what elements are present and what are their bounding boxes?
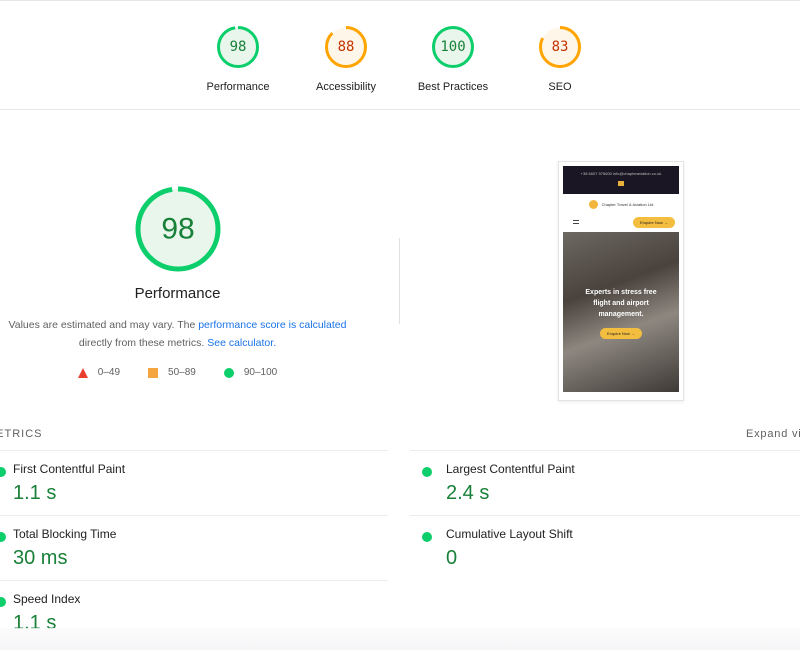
circle-icon xyxy=(223,367,234,378)
see-calculator-link[interactable]: See calculator. xyxy=(207,337,276,349)
score-legend: 0–49 50–89 90–100 xyxy=(0,367,355,378)
divider xyxy=(399,238,400,324)
score-description: Values are estimated and may vary. The p… xyxy=(0,316,355,352)
performance-score-gauge: 98 xyxy=(135,186,221,272)
metric-total-blocking-time: Total Blocking Time 30 ms xyxy=(0,515,388,580)
linkedin-icon xyxy=(618,181,624,186)
metric-value: 0 xyxy=(446,547,458,569)
pass-dot-icon xyxy=(422,467,432,477)
score-gauge-icon: 98 xyxy=(217,26,259,68)
gauge-label: Accessibility xyxy=(316,81,376,93)
screenshot-brand: Chapter Travel & Aviation Ltd xyxy=(563,194,679,214)
gauge-score-text: 100 xyxy=(440,39,465,55)
screenshot-contact-bar: +38 6607 976600 info@chapteraviation.co.… xyxy=(563,166,679,194)
gauge-label: SEO xyxy=(548,81,572,93)
metric-name: Cumulative Layout Shift xyxy=(446,527,573,541)
gauge-accessibility[interactable]: 88 Accessibility xyxy=(291,25,401,93)
logo-icon xyxy=(588,199,598,209)
metric-name: Largest Contentful Paint xyxy=(446,462,575,476)
legend-pass: 90–100 xyxy=(223,367,278,378)
metric-value: 1.1 s xyxy=(13,482,57,504)
legend-average: 50–89 xyxy=(148,367,196,378)
metric-name: Speed Index xyxy=(13,592,81,606)
final-screenshot[interactable]: +38 6607 976600 info@chapteraviation.co.… xyxy=(558,161,684,401)
score-gauge-icon: 88 xyxy=(325,26,367,68)
metric-value: 30 ms xyxy=(13,547,68,569)
pass-dot-icon xyxy=(422,532,432,542)
score-gauge-icon: 100 xyxy=(432,26,474,68)
description-text: Values are estimated and may vary. The xyxy=(8,319,199,331)
expand-view-toggle[interactable]: Expand view xyxy=(746,428,800,440)
metric-first-contentful-paint: First Contentful Paint 1.1 s xyxy=(0,450,388,515)
metric-largest-contentful-paint: Largest Contentful Paint 2.4 s xyxy=(410,450,800,515)
screenshot-contact-text: +38 6607 976600 info@chapteraviation.co.… xyxy=(580,171,662,176)
score-calculated-link[interactable]: performance score is calculated xyxy=(198,319,346,331)
gauge-label: Performance xyxy=(206,81,270,93)
gauge-label: Best Practices xyxy=(417,81,489,93)
legend-range: 50–89 xyxy=(168,367,196,378)
pass-dot-icon xyxy=(0,532,6,542)
performance-title: Performance xyxy=(134,285,221,302)
metric-value: 2.4 s xyxy=(446,482,490,504)
gauge-score-text: 88 xyxy=(338,39,355,55)
metric-name: First Contentful Paint xyxy=(13,462,126,476)
metric-name: Total Blocking Time xyxy=(13,527,117,541)
screenshot-brand-name: Chapter Travel & Aviation Ltd xyxy=(601,201,654,207)
triangle-icon xyxy=(77,367,88,378)
screenshot-hero: Experts in stress free flight and airpor… xyxy=(563,232,679,392)
screenshot-hero-button: Enquire Now → xyxy=(600,328,643,339)
pass-dot-icon xyxy=(0,597,6,607)
gauge-best-practices[interactable]: 100 Best Practices xyxy=(398,25,508,93)
legend-fail: 0–49 xyxy=(77,367,121,378)
gauge-seo[interactable]: 83 SEO xyxy=(505,25,615,93)
screenshot-enquire-button: Enquire Now → xyxy=(632,216,675,228)
gauge-score-text: 98 xyxy=(230,39,247,55)
pass-dot-icon xyxy=(0,467,6,477)
screenshot-nav: Enquire Now → xyxy=(563,214,679,230)
square-icon xyxy=(148,367,159,378)
category-scores-bar: 98 Performance 88 Accessibility 100 Best… xyxy=(0,0,800,110)
screenshot-hero-text: Experts in stress free flight and airpor… xyxy=(585,289,657,318)
legend-range: 90–100 xyxy=(243,367,278,378)
metric-cumulative-layout-shift: Cumulative Layout Shift 0 xyxy=(410,515,800,580)
description-text: directly from these metrics. xyxy=(78,337,208,349)
bottom-fade xyxy=(0,628,800,650)
gauge-score-text: 83 xyxy=(552,39,569,55)
gauge-performance[interactable]: 98 Performance xyxy=(183,25,293,93)
metrics-heading: METRICS xyxy=(0,428,43,440)
score-gauge-icon: 83 xyxy=(539,26,581,68)
gauge-score-text: 98 xyxy=(161,213,194,246)
hamburger-menu-icon xyxy=(573,220,579,224)
legend-range: 0–49 xyxy=(97,367,121,378)
